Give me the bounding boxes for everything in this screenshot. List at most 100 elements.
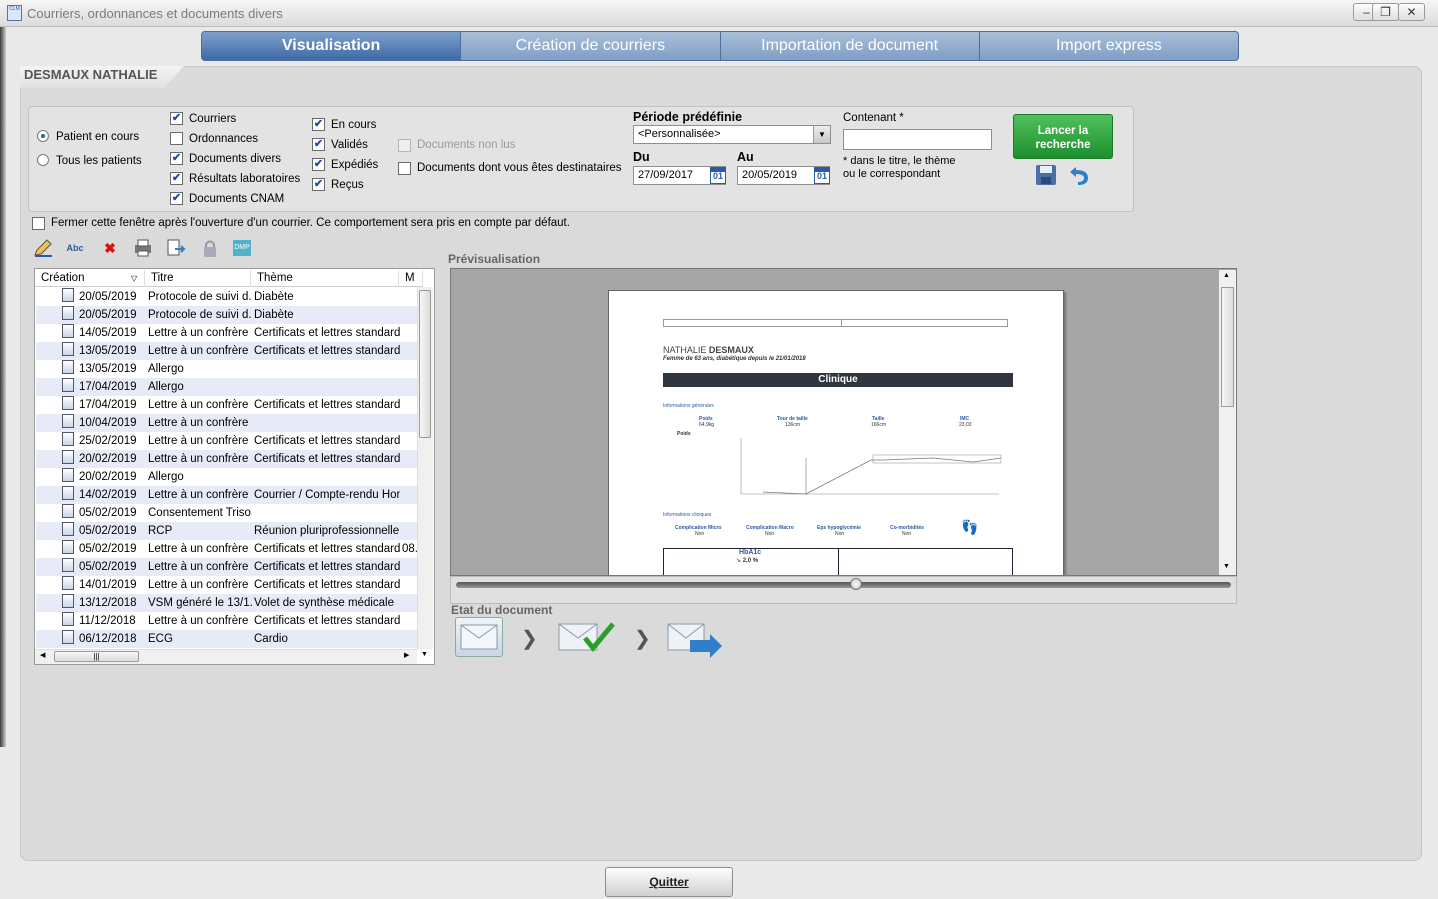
radio-tous-patients[interactable] bbox=[37, 154, 49, 166]
checkbox-expedies[interactable]: ✔ bbox=[312, 158, 325, 171]
tab-import-express[interactable]: Import express bbox=[979, 31, 1239, 61]
print-icon[interactable] bbox=[132, 237, 154, 259]
quit-button[interactable]: Quitter bbox=[605, 867, 733, 897]
table-row[interactable]: 20/02/2019 Allergo bbox=[36, 468, 417, 486]
tab-creation-courriers[interactable]: Création de courriers bbox=[461, 31, 721, 61]
cell-title: RCP bbox=[148, 525, 173, 537]
contains-input[interactable] bbox=[843, 129, 992, 150]
clinical-value: Non bbox=[695, 531, 705, 537]
scroll-down-icon[interactable]: ▼ bbox=[421, 651, 428, 658]
table-row[interactable]: 25/02/2019 Lettre à un confrère ... Certif… bbox=[36, 432, 417, 450]
checkbox-resultats-laboratoires[interactable]: ✔ bbox=[170, 172, 183, 185]
sort-icon: ▽ bbox=[131, 274, 138, 283]
checkbox-close-after-open[interactable] bbox=[32, 217, 45, 230]
table-row[interactable]: 17/04/2019 Lettre à un confrère ... Certif… bbox=[36, 396, 417, 414]
cell-theme: Réunion pluriprofessionnelle bbox=[254, 525, 400, 537]
table-row[interactable]: 14/02/2019 Lettre à un confrère ... Courri… bbox=[36, 486, 417, 504]
period-title: Période prédéfinie bbox=[633, 110, 743, 124]
checkbox-en-cours[interactable]: ✔ bbox=[312, 118, 325, 131]
scroll-up-icon[interactable]: ▲ bbox=[1223, 272, 1230, 279]
horizontal-scroll-thumb[interactable]: ||| bbox=[54, 651, 139, 662]
table-row[interactable]: 20/05/2019 Protocole de suivi d... Diabète bbox=[36, 306, 417, 324]
table-row[interactable]: 14/05/2019 Lettre à un confrère ... Certif… bbox=[36, 324, 417, 342]
envelope-validated-icon[interactable] bbox=[557, 618, 615, 654]
delete-icon[interactable]: ✖ bbox=[99, 237, 121, 259]
cell-title: Lettre à un confrère ... bbox=[148, 489, 252, 501]
table-row[interactable]: 11/12/2018 Lettre à un confrère ... Certif… bbox=[36, 612, 417, 630]
document-icon bbox=[62, 558, 74, 572]
vertical-scroll-thumb[interactable] bbox=[419, 290, 431, 438]
page-patient-name: NATHALIE DESMAUX bbox=[663, 345, 754, 355]
page-clinical-info: Informations cliniques bbox=[663, 512, 712, 518]
table-row[interactable]: 05/02/2019 RCP Réunion pluriprofessionnell… bbox=[36, 522, 417, 540]
contains-note: ou le correspondant bbox=[843, 168, 941, 180]
table-row[interactable]: 05/02/2019 Lettre à un confrère ... Certif… bbox=[36, 558, 417, 576]
close-button[interactable]: ✕ bbox=[1398, 3, 1425, 21]
table-row[interactable]: 17/04/2019 Allergo bbox=[36, 378, 417, 396]
envelope-draft-icon[interactable] bbox=[455, 617, 503, 657]
table-row[interactable]: 13/12/2018 VSM généré le 13/1... Volet de … bbox=[36, 594, 417, 612]
cell-date: 20/05/2019 bbox=[79, 291, 137, 303]
table-row[interactable]: 05/02/2019 Consentement Triso... bbox=[36, 504, 417, 522]
dmp-icon[interactable]: DMP bbox=[231, 237, 253, 259]
checkbox-recus[interactable]: ✔ bbox=[312, 178, 325, 191]
checkbox-documents-divers[interactable]: ✔ bbox=[170, 152, 183, 165]
zoom-slider-track[interactable] bbox=[456, 582, 1231, 588]
search-button[interactable]: Lancer la recherche bbox=[1013, 114, 1113, 159]
undo-icon[interactable] bbox=[1066, 164, 1092, 188]
scroll-left-icon[interactable]: ◀ bbox=[40, 651, 45, 659]
table-row[interactable]: 06/12/2018 ECG Cardio bbox=[36, 630, 417, 648]
table-row[interactable]: 20/05/2019 Protocole de suivi d... Diabète bbox=[36, 288, 417, 306]
table-row[interactable]: 10/04/2019 Lettre à un confrère ... bbox=[36, 414, 417, 432]
table-row[interactable]: 05/02/2019 Lettre à un confrère ... Certif… bbox=[36, 540, 417, 558]
scroll-down-icon[interactable]: ▼ bbox=[1223, 563, 1230, 570]
checkbox-label: Expédiés bbox=[331, 159, 379, 171]
spellcheck-icon[interactable]: Abc bbox=[64, 237, 86, 259]
cell-theme: Certificats et lettres standard bbox=[254, 561, 400, 573]
document-icon bbox=[62, 414, 74, 428]
column-header-theme[interactable]: Thème bbox=[251, 270, 399, 287]
metric-value: 166cm bbox=[871, 422, 887, 428]
document-icon bbox=[62, 630, 74, 644]
checkbox-ordonnances[interactable] bbox=[170, 132, 183, 145]
scroll-right-icon[interactable]: ▶ bbox=[404, 651, 409, 659]
preview-scroll-thumb[interactable] bbox=[1221, 287, 1234, 407]
transfer-icon[interactable] bbox=[165, 237, 187, 259]
restore-button[interactable]: ❐ bbox=[1372, 3, 1399, 21]
table-row[interactable]: 13/05/2019 Lettre à un confrère ... Certif… bbox=[36, 342, 417, 360]
save-icon[interactable] bbox=[1035, 164, 1057, 186]
window-edge bbox=[0, 27, 6, 747]
from-label: Du bbox=[633, 150, 650, 164]
period-select[interactable]: <Personnalisée> bbox=[633, 125, 831, 144]
column-header-creation[interactable]: Création ▽ bbox=[35, 270, 145, 287]
edit-pencil-icon[interactable] bbox=[32, 237, 54, 259]
page-section-title: Clinique bbox=[663, 373, 1013, 387]
table-row[interactable]: 13/05/2019 Allergo bbox=[36, 360, 417, 378]
splitter-handle[interactable] bbox=[442, 380, 446, 500]
cell-theme: Certificats et lettres standard bbox=[254, 453, 400, 465]
checkbox-destinataires[interactable] bbox=[398, 162, 411, 175]
table-row[interactable]: 20/02/2019 Lettre à un confrère ... Certif… bbox=[36, 450, 417, 468]
checkbox-documents-cnam[interactable]: ✔ bbox=[170, 192, 183, 205]
document-icon bbox=[62, 360, 74, 374]
envelope-sent-icon[interactable] bbox=[666, 618, 722, 658]
tab-importation-document[interactable]: Importation de document bbox=[720, 31, 980, 61]
clinical-value: Non bbox=[765, 531, 775, 537]
cell-theme: Diabète bbox=[254, 309, 294, 321]
lock-icon[interactable] bbox=[199, 237, 221, 259]
column-header-titre[interactable]: Titre bbox=[145, 270, 251, 287]
table-row[interactable]: 14/01/2019 Lettre à un confrère ... Certif… bbox=[36, 576, 417, 594]
calendar-icon[interactable]: 01 bbox=[710, 167, 726, 184]
checkbox-courriers[interactable]: ✔ bbox=[170, 112, 183, 125]
column-header-m[interactable]: M bbox=[399, 270, 423, 287]
quit-button-label: Quitter bbox=[649, 875, 689, 889]
document-icon bbox=[62, 522, 74, 536]
tab-visualisation[interactable]: Visualisation bbox=[201, 31, 462, 61]
calendar-icon[interactable]: 01 bbox=[814, 167, 830, 184]
radio-patient-en-cours[interactable] bbox=[37, 130, 49, 142]
checkbox-documents-non-lus[interactable] bbox=[398, 139, 411, 152]
zoom-slider-handle[interactable] bbox=[850, 578, 862, 590]
cell-title: Lettre à un confrère ... bbox=[148, 345, 252, 357]
chevron-down-icon[interactable]: ▼ bbox=[813, 126, 830, 143]
checkbox-valides[interactable]: ✔ bbox=[312, 138, 325, 151]
